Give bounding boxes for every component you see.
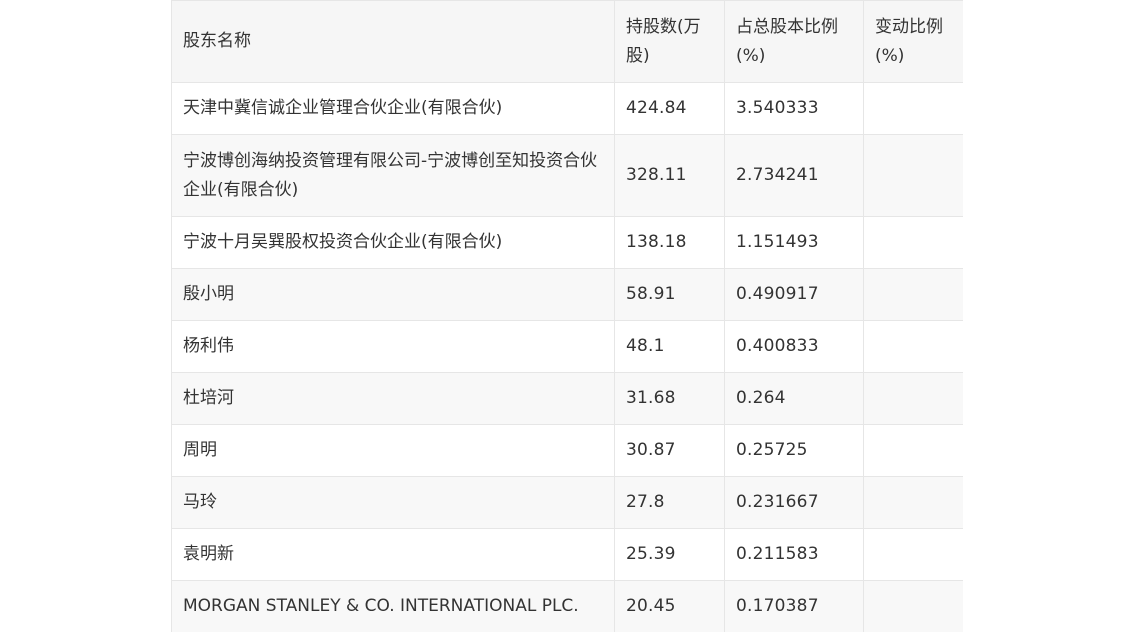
- table-row: 杜培河 31.68 0.264: [171, 372, 963, 425]
- cell-change: [863, 580, 963, 632]
- cell-shares: 48.1: [614, 320, 725, 373]
- cell-shares: 138.18: [614, 216, 725, 269]
- cell-ratio: 0.490917: [724, 268, 864, 321]
- header-shares: 持股数(万股): [614, 0, 725, 83]
- header-row: 股东名称 持股数(万股) 占总股本比例(%) 变动比例(%): [171, 0, 963, 83]
- cell-shares: 30.87: [614, 424, 725, 477]
- table-row: 马玲 27.8 0.231667: [171, 476, 963, 529]
- table-body: 天津中冀信诚企业管理合伙企业(有限合伙) 424.84 3.540333 宁波博…: [171, 82, 963, 632]
- cell-shareholder-name: 宁波博创海纳投资管理有限公司-宁波博创至知投资合伙企业(有限合伙): [171, 134, 615, 217]
- cell-shareholder-name: 杜培河: [171, 372, 615, 425]
- cell-change: [863, 476, 963, 529]
- table-row: 袁明新 25.39 0.211583: [171, 528, 963, 581]
- header-change: 变动比例(%): [863, 0, 963, 83]
- cell-shares: 25.39: [614, 528, 725, 581]
- cell-ratio: 0.25725: [724, 424, 864, 477]
- cell-shareholder-name: 马玲: [171, 476, 615, 529]
- cell-ratio: 0.231667: [724, 476, 864, 529]
- cell-change: [863, 134, 963, 217]
- table-header: 股东名称 持股数(万股) 占总股本比例(%) 变动比例(%): [171, 0, 963, 83]
- cell-ratio: 0.400833: [724, 320, 864, 373]
- cell-ratio: 0.264: [724, 372, 864, 425]
- table-row: 宁波十月吴巽股权投资合伙企业(有限合伙) 138.18 1.151493: [171, 216, 963, 269]
- header-shareholder-name: 股东名称: [171, 0, 615, 83]
- shareholder-table: 股东名称 持股数(万股) 占总股本比例(%) 变动比例(%) 天津中冀信诚企业管…: [171, 0, 963, 632]
- cell-ratio: 1.151493: [724, 216, 864, 269]
- cell-shares: 20.45: [614, 580, 725, 632]
- table-row: 宁波博创海纳投资管理有限公司-宁波博创至知投资合伙企业(有限合伙) 328.11…: [171, 134, 963, 217]
- cell-shareholder-name: 袁明新: [171, 528, 615, 581]
- cell-shareholder-name: 杨利伟: [171, 320, 615, 373]
- cell-change: [863, 82, 963, 135]
- header-ratio: 占总股本比例(%): [724, 0, 864, 83]
- cell-shares: 31.68: [614, 372, 725, 425]
- cell-change: [863, 216, 963, 269]
- cell-change: [863, 268, 963, 321]
- cell-shareholder-name: 周明: [171, 424, 615, 477]
- cell-change: [863, 528, 963, 581]
- cell-shareholder-name: 殷小明: [171, 268, 615, 321]
- cell-ratio: 0.170387: [724, 580, 864, 632]
- cell-shareholder-name: 宁波十月吴巽股权投资合伙企业(有限合伙): [171, 216, 615, 269]
- cell-shares: 58.91: [614, 268, 725, 321]
- cell-shares: 328.11: [614, 134, 725, 217]
- cell-ratio: 0.211583: [724, 528, 864, 581]
- cell-ratio: 2.734241: [724, 134, 864, 217]
- shareholder-table-container: 股东名称 持股数(万股) 占总股本比例(%) 变动比例(%) 天津中冀信诚企业管…: [171, 0, 963, 632]
- cell-shareholder-name: 天津中冀信诚企业管理合伙企业(有限合伙): [171, 82, 615, 135]
- table-row: 杨利伟 48.1 0.400833: [171, 320, 963, 373]
- cell-change: [863, 424, 963, 477]
- cell-shareholder-name: MORGAN STANLEY & CO. INTERNATIONAL PLC.: [171, 580, 615, 632]
- cell-change: [863, 320, 963, 373]
- table-row: 殷小明 58.91 0.490917: [171, 268, 963, 321]
- cell-ratio: 3.540333: [724, 82, 864, 135]
- table-row: 周明 30.87 0.25725: [171, 424, 963, 477]
- table-row: 天津中冀信诚企业管理合伙企业(有限合伙) 424.84 3.540333: [171, 82, 963, 135]
- table-row: MORGAN STANLEY & CO. INTERNATIONAL PLC. …: [171, 580, 963, 632]
- cell-change: [863, 372, 963, 425]
- cell-shares: 27.8: [614, 476, 725, 529]
- cell-shares: 424.84: [614, 82, 725, 135]
